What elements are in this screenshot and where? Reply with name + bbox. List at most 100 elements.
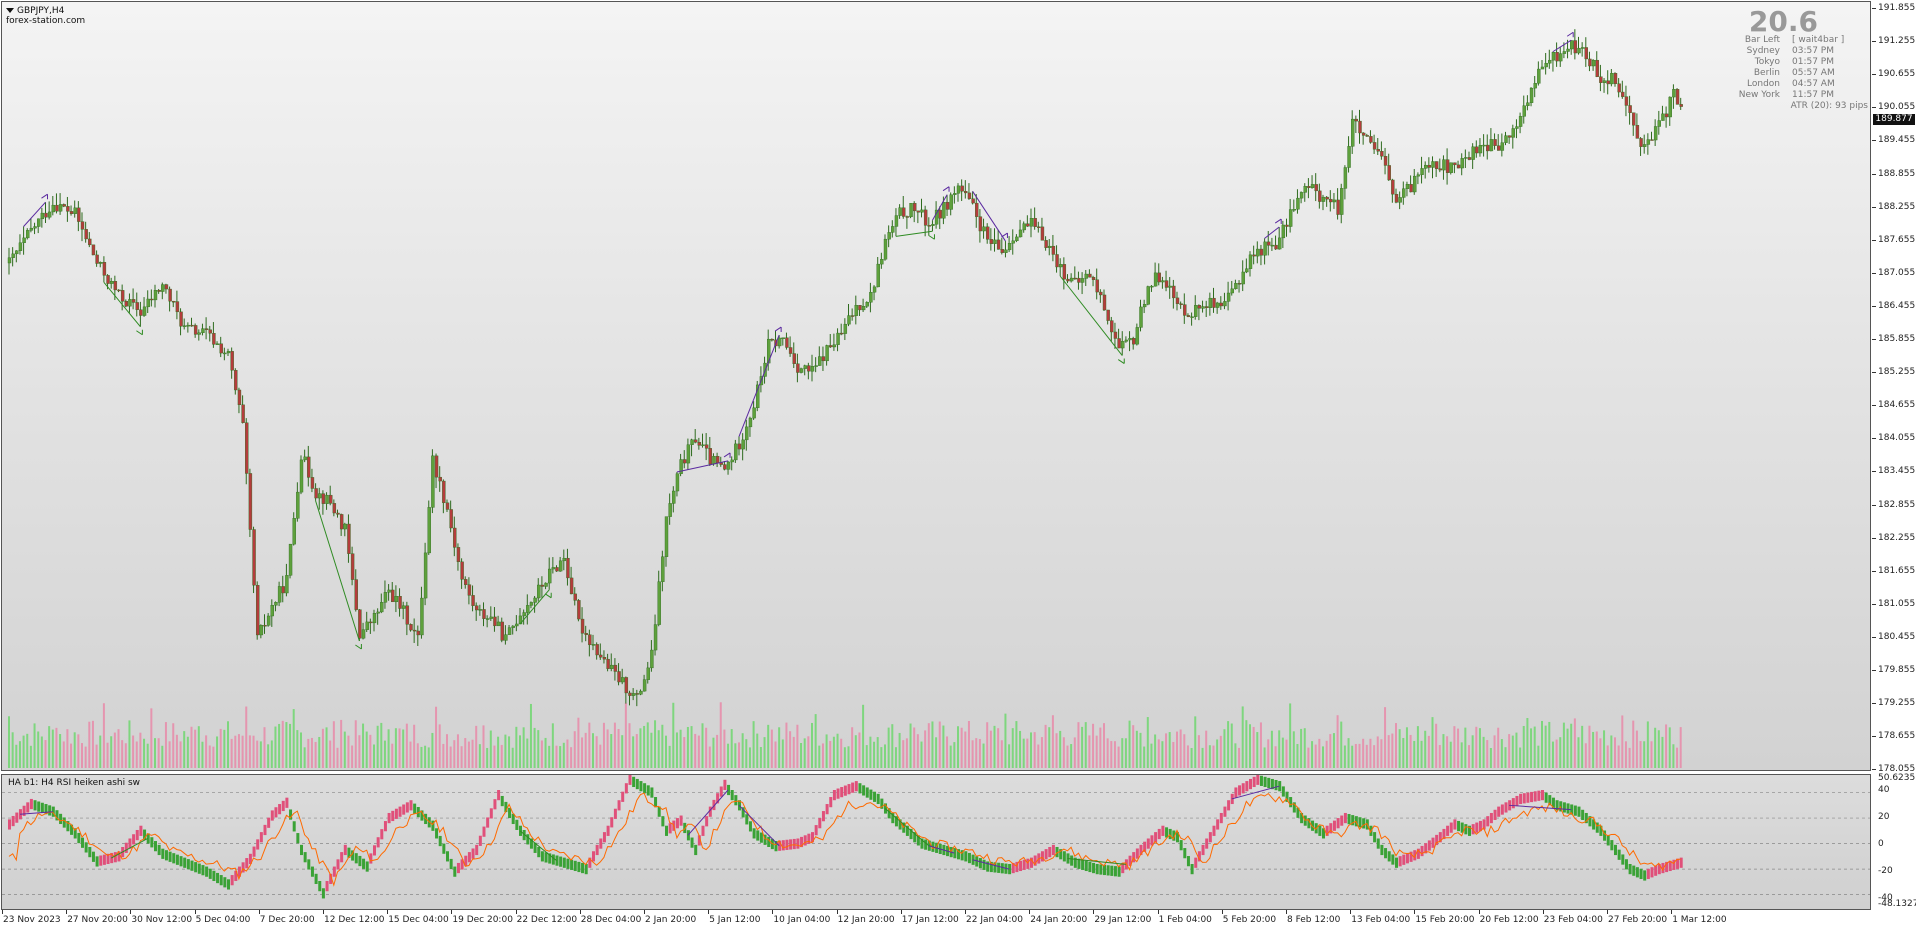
- candle-body: [1449, 162, 1453, 173]
- candle-body: [1204, 306, 1209, 308]
- candle-body: [1358, 120, 1362, 134]
- ha-bar: [1219, 812, 1223, 824]
- volume-bar: [1051, 715, 1054, 768]
- volume-bar: [329, 740, 332, 768]
- volume-bar: [1037, 744, 1040, 768]
- info-label: Tokyo: [1754, 57, 1780, 67]
- volume-histogram: [8, 702, 1682, 768]
- volume-bar: [1577, 737, 1580, 768]
- candle-body: [628, 692, 632, 696]
- volume-bar: [263, 727, 266, 768]
- volume-bar: [738, 742, 740, 768]
- volume-bar: [533, 727, 536, 768]
- ha-bar: [1051, 844, 1055, 856]
- chart-title: GBPJPY,H4: [6, 6, 64, 16]
- session-info-table: Bar Left [ wait4bar ] Sydney 03:57 PM Tokyo 0…: [1692, 35, 1870, 101]
- ha-bar: [1281, 786, 1285, 797]
- ha-bar: [88, 846, 92, 858]
- ha-bar: [551, 854, 555, 865]
- ha-bar: [1088, 861, 1092, 873]
- volume-bar: [285, 722, 288, 768]
- ha-bar: [540, 851, 544, 862]
- ha-rsi-bars: [8, 775, 1683, 899]
- ha-bar: [1384, 848, 1388, 859]
- volume-bar: [438, 724, 441, 768]
- volume-bar: [1500, 739, 1503, 768]
- volume-bar: [267, 744, 270, 768]
- ha-bar: [1205, 838, 1209, 849]
- time-axis[interactable]: 23 Nov 2023 27 Nov 20:00 30 Nov 12:00 5 Dec…: [0, 910, 1872, 933]
- candle-body: [1489, 139, 1494, 152]
- candle-body: [989, 239, 994, 244]
- candles: [7, 29, 1683, 707]
- candle-body: [902, 207, 906, 217]
- indicator-panel[interactable]: HA b1: H4 RSI heiken ashi sw: [1, 774, 1871, 910]
- ha-bar: [212, 870, 216, 882]
- candle-body: [1080, 278, 1085, 283]
- candle-body: [617, 671, 621, 683]
- divergence-arrow: [355, 643, 362, 650]
- candle-body: [810, 366, 815, 372]
- volume-bar: [318, 736, 321, 768]
- price-tick-mark: [1872, 8, 1876, 9]
- candle-body: [339, 514, 344, 530]
- ha-bar: [325, 881, 329, 892]
- candle-body: [1588, 58, 1592, 67]
- candle-body: [442, 480, 446, 504]
- candle-body: [1537, 68, 1541, 84]
- ha-bar: [1566, 803, 1570, 814]
- candle-body: [1595, 59, 1599, 77]
- candle-body: [11, 253, 15, 258]
- ha-bar: [332, 866, 336, 877]
- volume-bar: [208, 745, 211, 768]
- candle-body: [471, 595, 475, 606]
- volume-bar: [1307, 747, 1310, 768]
- volume-bar: [1599, 738, 1602, 768]
- candle-body: [1321, 196, 1326, 202]
- volume-bar: [1405, 727, 1408, 768]
- ha-bar: [303, 852, 307, 863]
- time-tick-label: 17 Jan 12:00: [901, 915, 959, 925]
- dropdown-triangle-icon[interactable]: [6, 8, 14, 13]
- ha-bar: [818, 818, 822, 829]
- candle-body: [372, 613, 377, 624]
- price-tick-mark: [1872, 736, 1876, 738]
- time-tick-label: 23 Nov 2023: [3, 915, 61, 925]
- volume-bar: [464, 738, 467, 768]
- price-tick-mark: [1872, 703, 1876, 705]
- indicator-canvas[interactable]: [2, 775, 1870, 909]
- volume-bar: [1402, 737, 1405, 768]
- ha-bar: [1446, 825, 1450, 836]
- ha-bar: [314, 873, 318, 884]
- candle-body: [69, 211, 74, 214]
- ha-bar: [157, 844, 161, 856]
- price-chart-panel[interactable]: GBPJPY,H4 forex-station.com 20.6 Bar Lef…: [1, 1, 1871, 771]
- ha-bar: [734, 795, 738, 806]
- candle-body: [1102, 294, 1107, 311]
- candle-body: [1548, 59, 1552, 64]
- candle-body: [1299, 192, 1304, 199]
- price-chart-canvas[interactable]: [2, 2, 1870, 770]
- ha-bar: [442, 843, 446, 854]
- volume-bar: [70, 743, 73, 768]
- volume-bar: [982, 743, 985, 768]
- volume-bar: [230, 738, 233, 768]
- ha-bar: [270, 810, 274, 821]
- candle-body: [1584, 47, 1589, 60]
- time-tick-label: 15 Feb 20:00: [1415, 915, 1475, 925]
- ha-bar: [796, 838, 800, 849]
- ha-bar: [362, 858, 366, 869]
- indicator-axis[interactable]: 50.6235 40 20 0 -20 -40 -48.1327: [1872, 773, 1916, 910]
- ha-bar: [869, 789, 873, 800]
- price-tick-label: 190.055: [1878, 102, 1916, 113]
- volume-bar: [621, 735, 624, 768]
- volume-bar: [741, 733, 744, 768]
- volume-bar: [190, 726, 193, 768]
- candle-body: [354, 579, 358, 610]
- time-tick-mark: [644, 910, 645, 914]
- candle-body: [1635, 124, 1640, 139]
- volume-bar: [26, 733, 29, 768]
- volume-bar: [1650, 741, 1653, 768]
- candle-body: [478, 609, 483, 611]
- candle-body: [1186, 315, 1191, 317]
